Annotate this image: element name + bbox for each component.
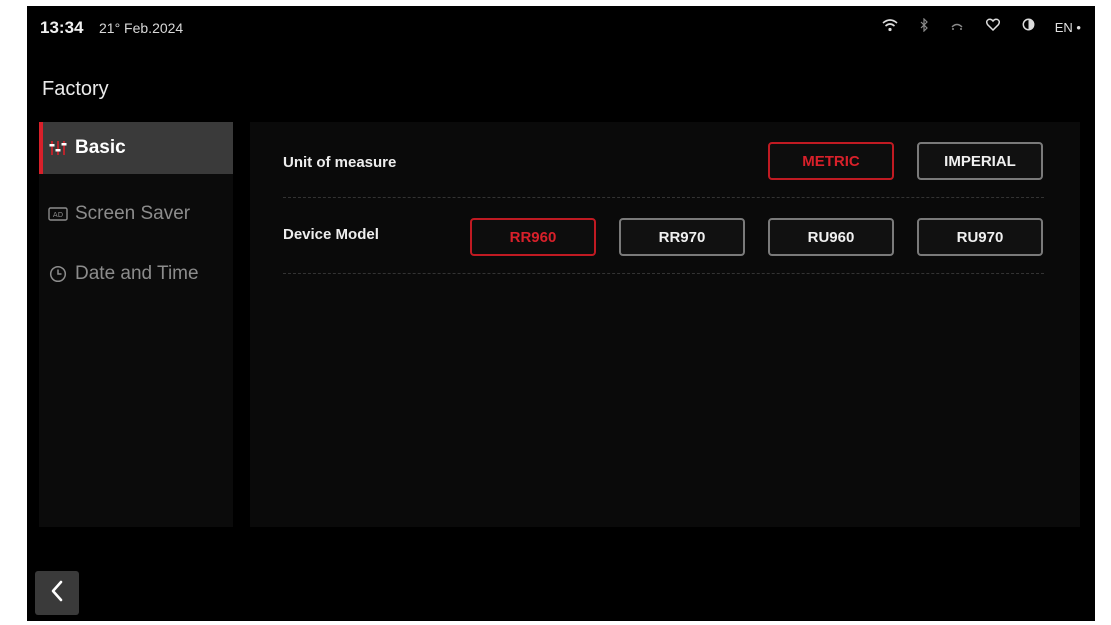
clock: 13:34 [40, 18, 84, 37]
sidebar-item-basic[interactable]: Basic [39, 122, 233, 174]
sidebar-item-label: Basic [75, 137, 126, 158]
heart-icon [985, 18, 1000, 36]
sidebar-item-label: Screen Saver [75, 203, 191, 224]
imperial-button[interactable]: IMPERIAL [917, 142, 1043, 180]
model-rr970-button[interactable]: RR970 [619, 218, 745, 256]
sidebar-item-label: Date and Time [75, 263, 199, 284]
screen-saver-icon: AD [45, 207, 71, 221]
device-screen: 13:34 21° Feb.2024 EN • Factory Basic AD… [27, 6, 1095, 621]
date: 21° Feb.2024 [99, 20, 184, 36]
model-ru960-button[interactable]: RU960 [768, 218, 894, 256]
sidebar-item-screen-saver[interactable]: AD Screen Saver [39, 188, 233, 240]
svg-text:AD: AD [53, 211, 63, 219]
model-rr960-button[interactable]: RR960 [470, 218, 596, 256]
sliders-icon [45, 139, 71, 157]
status-icons: EN • [860, 16, 1081, 38]
row-divider [283, 273, 1044, 274]
bluetooth-icon [920, 17, 928, 37]
sidebar-item-date-time[interactable]: Date and Time [39, 248, 233, 300]
status-bar: 13:34 21° Feb.2024 EN • [27, 6, 1095, 46]
metric-button[interactable]: METRIC [768, 142, 894, 180]
sidebar: Basic AD Screen Saver Date and Time [39, 122, 233, 527]
device-model-label: Device Model [283, 226, 379, 243]
chevron-left-icon [50, 580, 64, 607]
settings-panel: Unit of measure METRIC IMPERIAL Device M… [250, 122, 1080, 527]
wifi-icon [882, 18, 898, 37]
contrast-icon[interactable] [1022, 18, 1035, 36]
clock-icon [45, 265, 71, 283]
row-divider [283, 197, 1044, 198]
signal-icon [950, 18, 964, 36]
model-ru970-button[interactable]: RU970 [917, 218, 1043, 256]
back-button[interactable] [35, 571, 79, 615]
language-selector[interactable]: EN • [1055, 20, 1081, 35]
page-title: Factory [42, 78, 109, 100]
unit-of-measure-label: Unit of measure [283, 154, 397, 171]
